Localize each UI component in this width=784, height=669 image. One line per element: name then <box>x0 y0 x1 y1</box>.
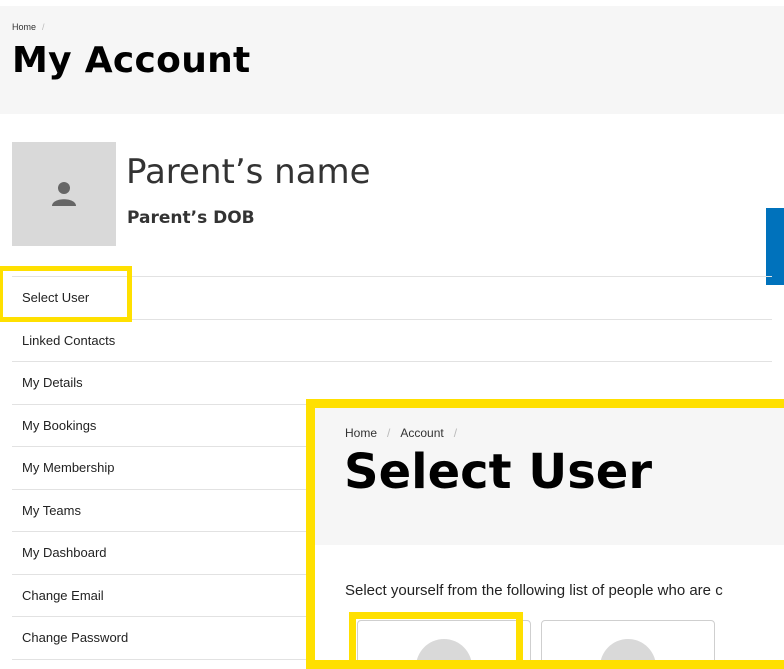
user-card[interactable] <box>357 620 531 660</box>
user-avatar <box>600 639 656 660</box>
select-user-panel: Home / Account / Select User Select yoursel… <box>306 399 784 669</box>
user-card[interactable] <box>541 620 715 660</box>
breadcrumb-separator: / <box>42 22 45 32</box>
user-avatar <box>416 639 472 660</box>
panel-intro-text: Select yourself from the following list … <box>345 582 723 599</box>
parent-name: Parent’s name <box>126 152 371 192</box>
breadcrumb-home-link[interactable]: Home <box>12 22 36 32</box>
panel-title: Select User <box>344 444 653 500</box>
avatar <box>12 142 116 246</box>
menu-item-linked-contacts[interactable]: Linked Contacts <box>12 320 772 362</box>
menu-item-select-user[interactable]: Select User <box>12 277 772 320</box>
breadcrumb: Home / <box>12 22 45 32</box>
breadcrumb-separator: / <box>387 426 391 440</box>
breadcrumb-separator: / <box>453 426 458 440</box>
side-tab[interactable] <box>766 208 784 285</box>
page-title: My Account <box>12 40 251 81</box>
panel-breadcrumb-account-link[interactable]: Account <box>400 426 443 440</box>
panel-breadcrumb-home-link[interactable]: Home <box>345 426 377 440</box>
parent-dob: Parent’s DOB <box>127 208 255 228</box>
panel-breadcrumb: Home / Account / <box>345 426 467 440</box>
user-silhouette-icon <box>52 182 76 206</box>
